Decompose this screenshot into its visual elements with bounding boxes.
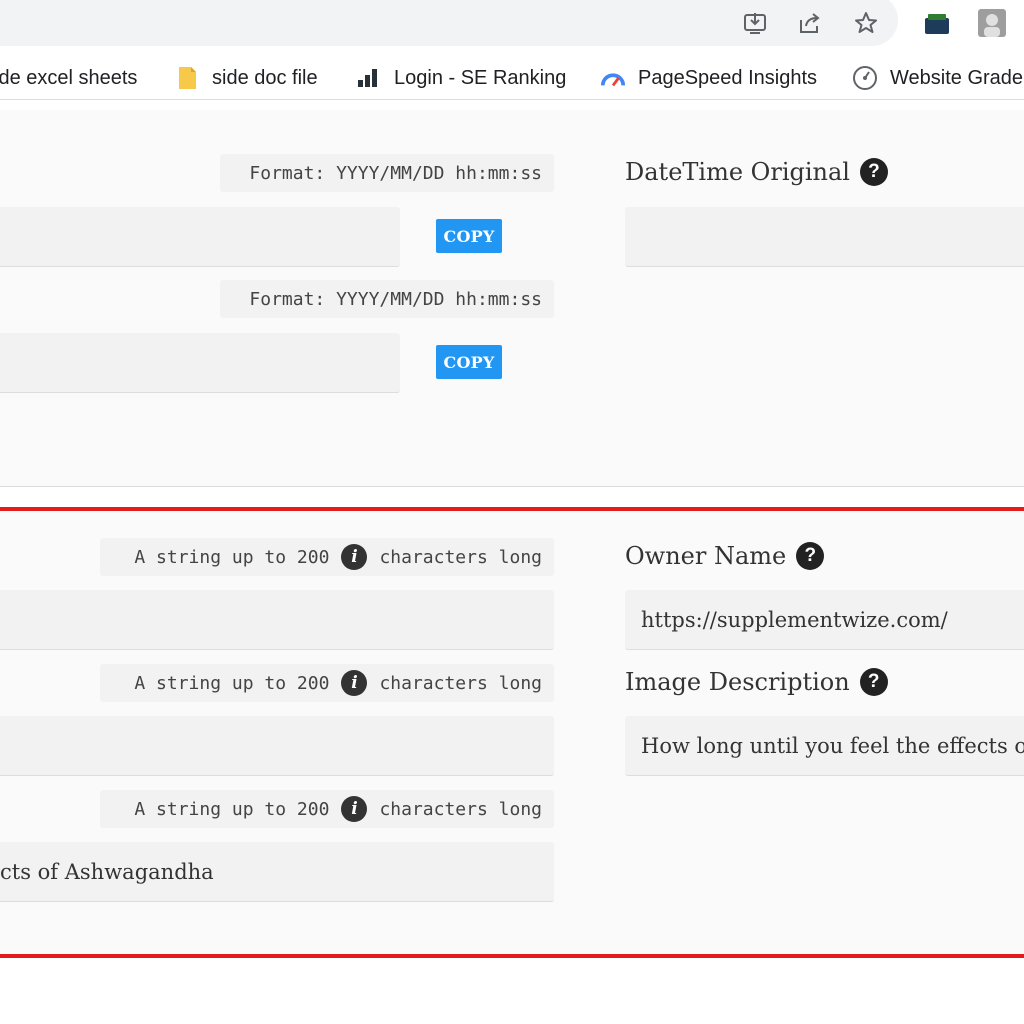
format-hint-text: Format: YYYY/MM/DD hh:mm:ss <box>249 288 542 310</box>
copy-button[interactable]: COPY <box>436 345 502 379</box>
bookmark-excel-sheets[interactable]: ide excel sheets <box>0 64 137 92</box>
hint-prefix: A string up to 200 <box>134 798 330 820</box>
help-icon[interactable]: ? <box>796 542 825 570</box>
owner-name-label: Owner Name ? <box>625 538 825 574</box>
bookmark-label: side doc file <box>212 66 318 89</box>
help-icon[interactable]: ? <box>859 158 888 186</box>
hint-prefix: A string up to 200 <box>134 672 330 694</box>
datetime-input-2[interactable] <box>0 333 400 393</box>
datetime-original-label: DateTime Original ? <box>625 154 888 190</box>
label-text: Owner Name <box>625 542 787 570</box>
hint-prefix: A string up to 200 <box>134 546 330 568</box>
speedometer-icon <box>852 65 878 91</box>
field-value: cts of Ashwagandha <box>0 859 214 884</box>
info-icon: i <box>341 544 368 570</box>
bookmark-label: ide excel sheets <box>0 66 138 89</box>
datetime-input-1[interactable] <box>0 207 400 267</box>
install-app-icon[interactable] <box>740 8 770 38</box>
field-value: How long until you feel the effects of <box>641 733 1024 758</box>
info-icon: i <box>341 670 368 696</box>
browser-toolbar <box>0 0 1024 46</box>
label-text: DateTime Original <box>625 158 850 186</box>
format-hint: Format: YYYY/MM/DD hh:mm:ss <box>220 280 554 318</box>
copy-button[interactable]: COPY <box>436 219 502 253</box>
hint-suffix: characters long <box>379 672 542 694</box>
hint-suffix: characters long <box>379 546 542 568</box>
format-hint: Format: YYYY/MM/DD hh:mm:ss <box>220 154 554 192</box>
share-icon[interactable] <box>795 8 825 38</box>
extension-icon[interactable] <box>922 8 952 38</box>
bookmark-label: Login - SE Ranking <box>394 66 567 89</box>
label-text: Image Description <box>625 668 850 696</box>
string-input-3[interactable]: cts of Ashwagandha <box>0 842 554 902</box>
bookmark-doc-file[interactable]: side doc file <box>174 64 318 92</box>
string-length-hint: A string up to 200 i characters long <box>100 664 554 702</box>
bookmark-pagespeed[interactable]: PageSpeed Insights <box>600 64 817 92</box>
help-icon[interactable]: ? <box>859 668 888 696</box>
section-gap <box>0 487 1024 507</box>
bookmark-se-ranking[interactable]: Login - SE Ranking <box>356 64 566 92</box>
star-icon[interactable] <box>851 8 881 38</box>
bookmarks-bar: ide excel sheets side doc file Login - S… <box>0 56 1024 100</box>
copy-button-label: COPY <box>443 226 495 246</box>
page-bottom <box>0 958 1024 1024</box>
format-hint-text: Format: YYYY/MM/DD hh:mm:ss <box>249 162 542 184</box>
string-length-hint: A string up to 200 i characters long <box>100 538 554 576</box>
image-description-label: Image Description ? <box>625 664 888 700</box>
string-length-hint: A string up to 200 i characters long <box>100 790 554 828</box>
string-input-1[interactable] <box>0 590 554 650</box>
pagespeed-icon <box>600 65 626 91</box>
profile-avatar-icon[interactable] <box>977 8 1007 38</box>
bookmark-label: PageSpeed Insights <box>638 66 818 89</box>
bookmark-website-grader[interactable]: Website Grade <box>852 64 1023 92</box>
doc-file-icon <box>174 65 200 91</box>
bookmark-label: Website Grade <box>890 66 1024 89</box>
owner-name-input[interactable]: https://supplementwize.com/ <box>625 590 1024 650</box>
se-ranking-icon <box>356 65 382 91</box>
hint-suffix: characters long <box>379 798 542 820</box>
string-input-2[interactable] <box>0 716 554 776</box>
field-value: https://supplementwize.com/ <box>641 607 948 632</box>
image-description-input[interactable]: How long until you feel the effects of <box>625 716 1024 776</box>
datetime-original-input[interactable] <box>625 207 1024 267</box>
info-icon: i <box>341 796 368 822</box>
copy-button-label: COPY <box>443 352 495 372</box>
